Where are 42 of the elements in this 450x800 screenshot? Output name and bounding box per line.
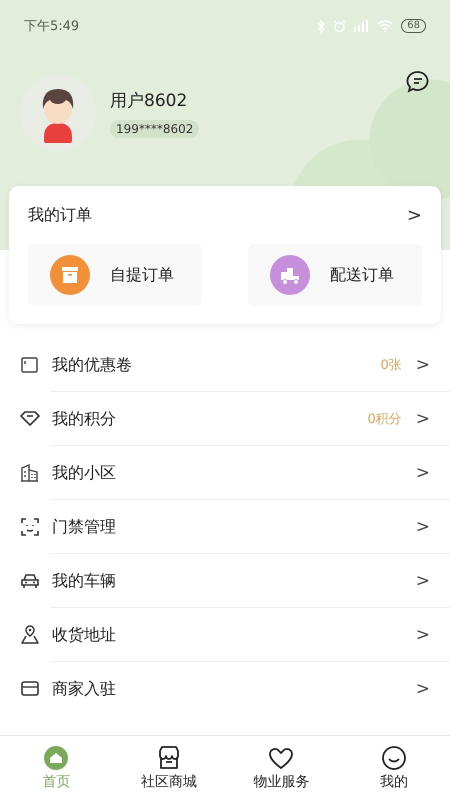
- chevron-icon[interactable]: >: [406, 204, 422, 226]
- building-icon: [20, 463, 40, 483]
- user-name: 用户8602: [110, 90, 188, 112]
- wifi-icon: [377, 20, 394, 32]
- chevron-icon[interactable]: >: [416, 355, 430, 375]
- alarm-icon: [333, 20, 346, 32]
- menu-item[interactable]: 商家入驻: [52, 678, 416, 700]
- smile-icon: [380, 745, 407, 771]
- chevron-icon[interactable]: >: [416, 463, 430, 483]
- card-icon: [20, 355, 40, 375]
- heart-icon: [268, 745, 294, 771]
- home-icon: [43, 745, 70, 771]
- order-type-button[interactable]: 自提订单: [28, 244, 202, 306]
- chevron-icon[interactable]: >: [416, 679, 430, 699]
- section-title: 我的订单: [28, 204, 93, 226]
- battery-level: 68: [401, 19, 426, 33]
- menu-item[interactable]: 收货地址: [52, 624, 416, 646]
- menu-item[interactable]: 门禁管理: [52, 516, 416, 538]
- chevron-icon[interactable]: >: [416, 571, 430, 591]
- order-type-button[interactable]: 配送订单: [248, 244, 422, 306]
- menu-item[interactable]: 我的车辆: [52, 570, 416, 592]
- menu-value: 0积分: [367, 411, 402, 428]
- location-pin-icon: [20, 625, 40, 645]
- chevron-icon[interactable]: >: [416, 517, 430, 537]
- nav-tab[interactable]: 物业服务: [225, 736, 338, 800]
- menu-value: 0张: [380, 357, 402, 374]
- status-time: 下午5:49: [24, 18, 80, 35]
- chevron-icon[interactable]: >: [416, 625, 430, 645]
- bluetooth-icon: [317, 20, 326, 32]
- signal-icon: [354, 20, 370, 32]
- phone-number: 199****8602: [110, 120, 200, 138]
- chevron-icon[interactable]: >: [416, 409, 430, 429]
- menu-item[interactable]: 我的优惠卷: [52, 354, 380, 376]
- menu-item[interactable]: 我的小区: [52, 462, 416, 484]
- message-icon[interactable]: [406, 70, 430, 94]
- nav-tab[interactable]: 社区商城: [112, 736, 225, 800]
- scan-frame-icon: [20, 517, 40, 537]
- diamond-icon: [20, 409, 40, 429]
- menu-item[interactable]: 我的积分: [52, 408, 368, 430]
- nav-tab[interactable]: 我的: [338, 736, 450, 800]
- avatar-drawing[interactable]: [20, 75, 96, 151]
- car-icon: [20, 571, 40, 591]
